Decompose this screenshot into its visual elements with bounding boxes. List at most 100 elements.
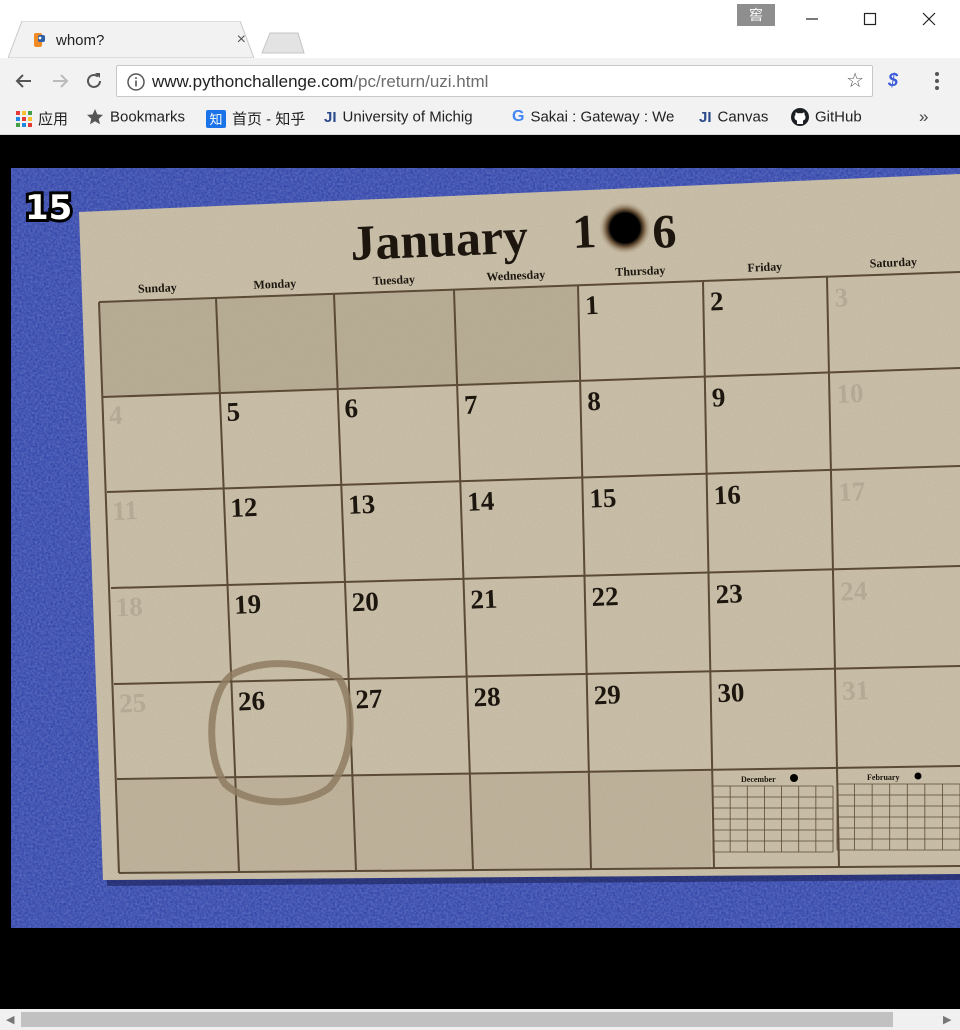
day-number: 15: [589, 483, 617, 514]
day-number: 1: [584, 290, 599, 321]
day-number: 24: [840, 575, 868, 606]
burn-hole: [598, 201, 652, 255]
browser-chrome: whom? × 窖 www.pythonchallenge.com/pc/ret…: [0, 0, 960, 135]
page-content: January 1 6 Sunday Monday Tuesday Wednesday…: [0, 135, 960, 1009]
url-host: www.pythonchallenge.com: [152, 72, 354, 91]
chrome-menu-icon[interactable]: [928, 70, 946, 92]
day-number: 28: [473, 681, 501, 712]
apps-grid-icon: [16, 110, 32, 127]
tab-title: whom?: [56, 32, 105, 49]
bookmark-apps[interactable]: 应用: [16, 108, 68, 130]
profile-badge[interactable]: 窖: [737, 4, 775, 26]
mini-calendar-right-title: February: [867, 773, 899, 782]
info-icon[interactable]: [126, 72, 146, 92]
day-number: 29: [593, 679, 621, 710]
github-icon: [791, 108, 809, 127]
weekday-label: Tuesday: [372, 272, 415, 288]
day-number: 18: [115, 591, 143, 622]
day-number: 3: [834, 282, 849, 313]
ji-icon: JI: [699, 108, 712, 126]
forward-arrow-icon[interactable]: [48, 69, 72, 93]
month-title: January: [349, 208, 529, 271]
scroll-left-arrow-icon[interactable]: ◀: [6, 1013, 14, 1026]
bookmark-zhihu[interactable]: 知 首页 - 知乎: [206, 108, 305, 130]
bookmark-sakai[interactable]: G Sakai : Gateway : We: [512, 108, 684, 130]
weekday-label: Thursday: [615, 263, 666, 279]
bookmark-label: Bookmarks: [110, 108, 186, 126]
reload-icon[interactable]: [82, 69, 106, 93]
weekday-label: Friday: [747, 259, 782, 274]
day-number: 27: [355, 683, 383, 714]
weekday-label: Monday: [253, 276, 296, 292]
tab-close-icon[interactable]: ×: [237, 30, 246, 50]
bookmark-canvas[interactable]: JI Canvas: [699, 108, 768, 130]
zhihu-icon: 知: [206, 109, 226, 128]
address-bar[interactable]: www.pythonchallenge.com/pc/return/uzi.ht…: [116, 65, 873, 97]
day-number: 4: [108, 400, 123, 431]
day-number: 25: [118, 687, 146, 718]
mini-burn-hole-left: [790, 774, 798, 782]
new-tab-button[interactable]: [260, 31, 306, 55]
day-number: 13: [347, 489, 375, 520]
day-number: 30: [717, 677, 745, 708]
day-number: 14: [467, 486, 495, 517]
year-digit-left: 1: [571, 205, 597, 259]
day-number: 7: [464, 389, 479, 420]
level-number: 15: [25, 188, 72, 228]
calendar-picture: January 1 6 Sunday Monday Tuesday Wednesday…: [11, 168, 960, 928]
back-arrow-icon[interactable]: [12, 69, 36, 93]
google-icon: G: [512, 108, 525, 126]
calendar-puzzle-image[interactable]: January 1 6 Sunday Monday Tuesday Wednesday…: [11, 168, 960, 928]
day-number: 11: [112, 495, 139, 526]
day-number: 8: [587, 386, 602, 417]
url-text[interactable]: www.pythonchallenge.com/pc/return/uzi.ht…: [152, 72, 488, 92]
svg-text:知: 知: [209, 112, 222, 128]
minimize-icon[interactable]: [800, 8, 824, 30]
mini-calendar-left-title: December: [741, 775, 776, 784]
day-number: 17: [838, 476, 866, 507]
day-number: 9: [711, 382, 726, 413]
bookmark-label: University of Michig: [342, 108, 473, 126]
ji-icon: JI: [324, 108, 337, 126]
scrollbar-thumb[interactable]: [21, 1012, 893, 1027]
day-number: 10: [836, 378, 864, 409]
bookmarks-overflow-icon[interactable]: »: [919, 107, 928, 127]
bookmark-label: Canvas: [717, 108, 769, 126]
day-number: 5: [226, 396, 241, 427]
bookmark-umich[interactable]: JI University of Michig: [324, 108, 494, 130]
extension-icon[interactable]: $: [888, 70, 898, 91]
bookmark-github[interactable]: GitHub: [791, 108, 862, 130]
bookmark-label: 应用: [38, 111, 69, 128]
navigation-toolbar: www.pythonchallenge.com/pc/return/uzi.ht…: [0, 58, 960, 104]
year-digit-right: 6: [651, 205, 677, 259]
bookmark-label: Sakai : Gateway : We: [530, 108, 675, 126]
bookmark-label: 首页 - 知乎: [232, 111, 306, 128]
title-bar: whom? × 窖: [0, 0, 960, 58]
horizontal-scrollbar[interactable]: ◀ ▶: [0, 1009, 960, 1030]
day-number: 31: [841, 675, 869, 706]
day-number: 20: [351, 586, 379, 617]
day-number: 22: [591, 581, 619, 612]
star-icon: [87, 109, 103, 125]
empty-cell-shade: [99, 285, 578, 397]
day-number: 16: [713, 479, 741, 510]
bookmark-label: GitHub: [815, 108, 862, 126]
empty-cell-shade-bottom: [115, 771, 711, 873]
maximize-icon[interactable]: [858, 8, 882, 30]
day-number: 19: [234, 589, 262, 620]
mini-burn-hole-right: [914, 772, 922, 780]
scroll-right-arrow-icon[interactable]: ▶: [943, 1013, 951, 1026]
bookmark-bookmarks-folder[interactable]: Bookmarks: [86, 108, 185, 130]
day-number: 21: [470, 584, 498, 615]
url-path: /pc/return/uzi.html: [353, 72, 489, 91]
day-number: 2: [709, 286, 724, 317]
weekday-label: Saturday: [869, 255, 917, 271]
day-number: 12: [230, 492, 258, 523]
day-number: 6: [344, 393, 359, 424]
day-number: 23: [715, 578, 743, 609]
active-tab[interactable]: whom? ×: [8, 21, 254, 58]
close-window-icon[interactable]: [917, 8, 941, 30]
python-favicon-icon: [34, 33, 45, 47]
bookmark-star-icon[interactable]: ☆: [846, 71, 864, 91]
weekday-label: Sunday: [138, 280, 177, 296]
